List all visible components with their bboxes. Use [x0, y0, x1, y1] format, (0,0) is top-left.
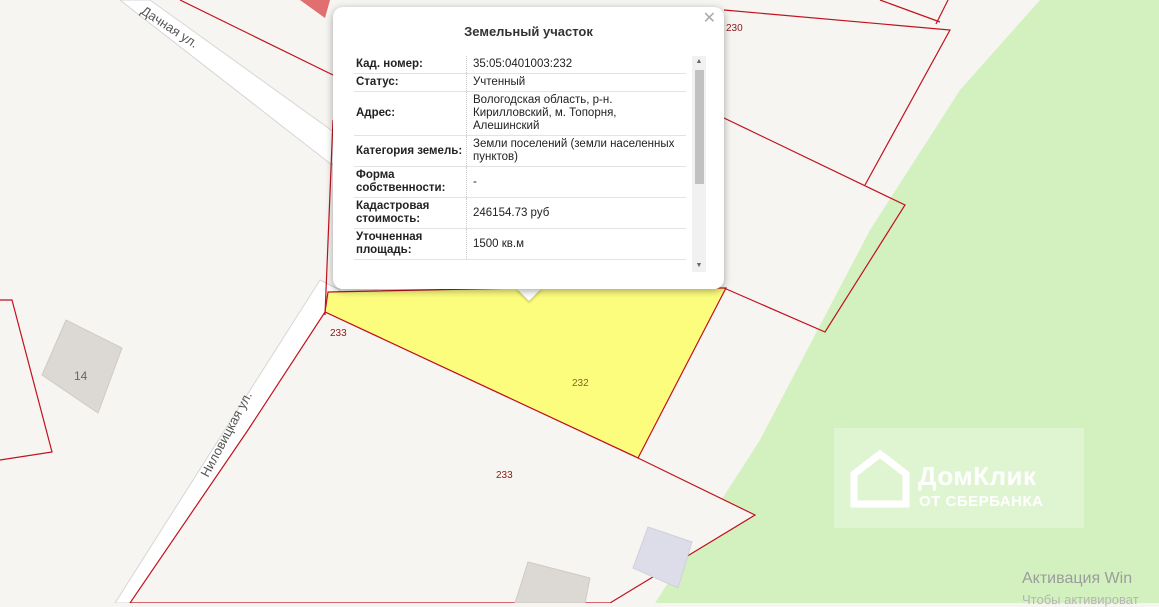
row-key: Уточненная площадь: — [354, 228, 467, 260]
table-row: Форма собственности: - — [354, 166, 686, 198]
row-value: 246154.73 руб — [466, 197, 686, 229]
watermark-name: ДомКлик — [918, 461, 1037, 491]
row-value: Учтенный — [466, 73, 686, 92]
table-row: Адрес: Вологодская область, р-н. Кирилло… — [354, 91, 686, 136]
windows-activation-notice-sub: Чтобы активироват — [1022, 592, 1139, 607]
table-row: Категория земель: Земли поселений (земли… — [354, 135, 686, 167]
popup-title: Земельный участок — [464, 24, 593, 39]
row-key: Форма собственности: — [354, 166, 467, 198]
popup-scrollbar[interactable]: ▲ ▼ — [692, 56, 706, 272]
row-value: - — [466, 166, 686, 198]
popup-pointer — [516, 288, 542, 301]
table-row: Кад. номер: 35:05:0401003:232 — [354, 56, 686, 74]
domclick-watermark: ДомКлик ОТ СБЕРБАНКА — [834, 428, 1084, 528]
table-row: Статус: Учтенный — [354, 73, 686, 92]
parcel-info-table: Кад. номер: 35:05:0401003:232 Статус: Уч… — [354, 56, 686, 260]
table-row: Уточненная площадь: 1500 кв.м — [354, 228, 686, 260]
row-key: Категория земель: — [354, 135, 467, 167]
row-key: Адрес: — [354, 91, 467, 136]
building-number: 14 — [74, 369, 88, 383]
parcel-info-popup: ✕ Земельный участок Кад. номер: 35:05:04… — [333, 7, 724, 289]
parcel-label: 233 — [330, 328, 347, 339]
row-key: Кадастровая стоимость: — [354, 197, 467, 229]
table-row: Кадастровая стоимость: 246154.73 руб — [354, 197, 686, 229]
row-value: Вологодская область, р-н. Кирилловский, … — [466, 91, 686, 136]
scrollbar-thumb[interactable] — [695, 70, 704, 184]
parcel-label: 230 — [726, 23, 743, 34]
row-key: Кад. номер: — [354, 56, 467, 74]
windows-activation-notice: Активация Win — [1022, 570, 1133, 587]
parcel-label: 233 — [496, 470, 513, 481]
scroll-down-arrow-icon[interactable]: ▼ — [692, 260, 706, 272]
parcel-info-table-container[interactable]: Кад. номер: 35:05:0401003:232 Статус: Уч… — [354, 56, 706, 272]
parcel-label-selected: 232 — [572, 378, 589, 389]
watermark-subtitle: ОТ СБЕРБАНКА — [919, 493, 1044, 510]
row-value: Земли поселений (земли населенных пункто… — [466, 135, 686, 167]
scroll-up-arrow-icon[interactable]: ▲ — [692, 56, 706, 68]
house-logo-icon — [850, 449, 910, 508]
row-value: 1500 кв.м — [466, 228, 686, 260]
row-key: Статус: — [354, 73, 467, 92]
row-value: 35:05:0401003:232 — [466, 56, 686, 74]
